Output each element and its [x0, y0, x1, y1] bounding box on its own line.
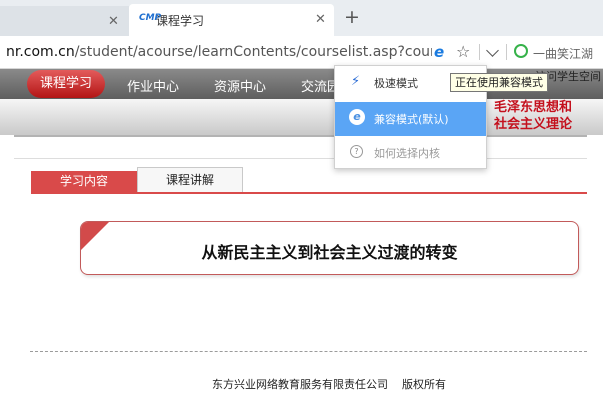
bookmark-star-icon[interactable]: ☆: [456, 42, 470, 61]
menu-item-label: 兼容模式(默认): [374, 113, 449, 126]
menu-item-how-to-choose[interactable]: ? 如何选择内核: [335, 136, 486, 170]
menu-item-compat-mode[interactable]: e 兼容模式(默认): [335, 102, 486, 136]
toolbar-divider: [506, 44, 507, 60]
course-title-line2: 社会主义理论: [494, 117, 573, 132]
url-host: nr.com.cn: [6, 44, 75, 60]
browser-tab-course-study[interactable]: CMP 课程学习 ✕: [129, 4, 334, 36]
tab-underline: [31, 192, 587, 194]
browser-tab-previous[interactable]: ✕: [0, 6, 129, 36]
footer-rights: 版权所有: [402, 378, 446, 391]
address-bar: nr.com.cn/student/acourse/learnContents/…: [0, 36, 603, 69]
search-box[interactable]: 一曲笑江湖: [533, 45, 603, 62]
tab-course-lecture[interactable]: 课程讲解: [137, 167, 243, 192]
menu-item-label: 极速模式: [374, 77, 418, 90]
lightning-icon: ⚡: [351, 74, 361, 89]
banner-divider: [14, 135, 587, 137]
ie-icon: e: [349, 109, 365, 125]
tab-title: 课程学习: [156, 14, 205, 28]
section-divider: [14, 158, 587, 159]
footer-company: 东方兴业网络教育服务有限责任公司: [212, 378, 388, 391]
chevron-down-icon[interactable]: [486, 44, 499, 57]
close-tab-icon[interactable]: ✕: [108, 14, 119, 29]
compat-mode-tooltip: 正在使用兼容模式: [450, 73, 548, 92]
footer: 东方兴业网络教育服务有限责任公司 版权所有: [212, 376, 446, 392]
toolbar-divider: [479, 44, 480, 60]
help-icon: ?: [350, 145, 363, 158]
new-tab-button[interactable]: +: [344, 7, 360, 27]
url-path: /student/acourse/learnContents/courselis…: [74, 44, 432, 60]
url-field[interactable]: nr.com.cn/student/acourse/learnContents/…: [6, 44, 432, 60]
search-engine-icon[interactable]: [514, 44, 528, 58]
footer-divider: [30, 351, 587, 352]
ie-compat-mode-icon[interactable]: e: [434, 43, 444, 61]
close-tab-icon[interactable]: ✕: [315, 12, 326, 27]
nav-homework-center[interactable]: 作业中心: [127, 76, 179, 95]
nav-resource-center[interactable]: 资源中心: [214, 76, 266, 95]
menu-item-label: 如何选择内核: [374, 147, 440, 160]
lesson-title: 从新民主主义到社会主义过渡的转变: [201, 243, 458, 262]
nav-course-study[interactable]: 课程学习: [27, 70, 105, 98]
tab-learning-content[interactable]: 学习内容: [31, 171, 137, 192]
